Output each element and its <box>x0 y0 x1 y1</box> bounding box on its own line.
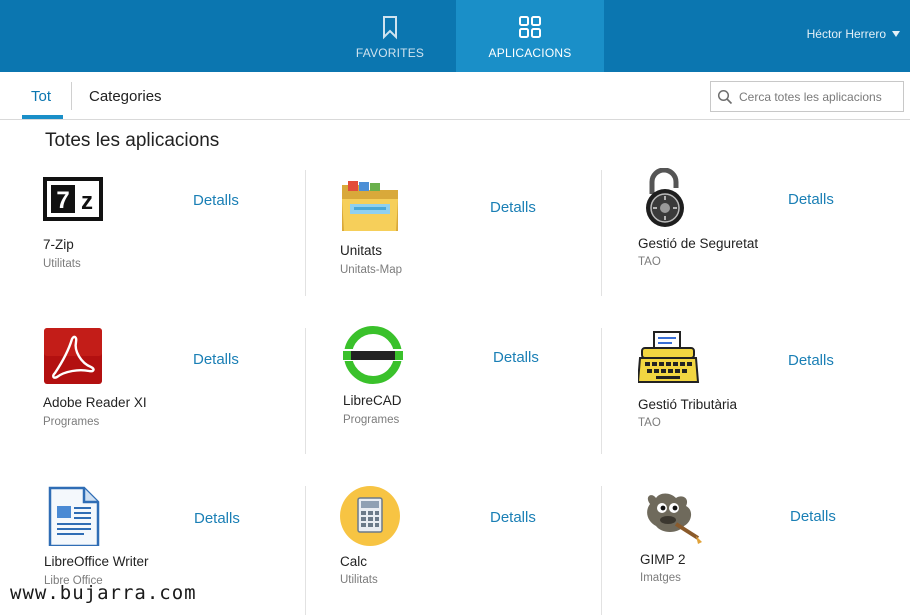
watermark: www.bujarra.com <box>10 582 197 604</box>
active-tab-indicator <box>22 115 63 119</box>
folder-icon <box>342 181 398 231</box>
column-divider <box>305 328 306 454</box>
user-name: Héctor Herrero <box>806 27 886 41</box>
column-divider <box>305 486 306 615</box>
app-name: GIMP 2 <box>640 552 686 567</box>
tab-aplicacions-label: APLICACIONS <box>488 46 572 60</box>
calculator-icon <box>340 486 400 546</box>
details-link[interactable]: Detalls <box>788 191 834 208</box>
subtab-divider <box>71 82 72 110</box>
top-nav-bar: FAVORITES APLICACIONS Héctor Herrero <box>0 0 910 72</box>
tab-favorites-label: FAVORITES <box>355 46 425 60</box>
app-card: 7 z 7-Zip Utilitats Detalls <box>43 175 293 305</box>
details-link[interactable]: Detalls <box>193 192 239 209</box>
search-box <box>710 81 904 112</box>
gimp-icon <box>647 493 702 544</box>
app-category: Programes <box>43 416 100 428</box>
librecad-icon <box>343 326 403 384</box>
app-name: Unitats <box>340 243 383 258</box>
app-card: Calc Utilitats Detalls <box>340 486 590 615</box>
details-link[interactable]: Detalls <box>194 510 240 527</box>
svg-text:7: 7 <box>56 187 69 214</box>
sub-nav-bar: Tot Categories <box>0 72 910 120</box>
adobe-reader-icon <box>44 328 102 384</box>
svg-text:z: z <box>81 188 93 215</box>
writer-icon <box>48 486 100 546</box>
grid-icon <box>519 16 541 38</box>
tab-favorites[interactable]: FAVORITES <box>316 0 464 72</box>
details-link[interactable]: Detalls <box>493 349 539 366</box>
app-name: Gestió de Seguretat <box>638 236 759 251</box>
app-card: GIMP 2 Imatges Detalls <box>640 486 890 615</box>
search-icon[interactable] <box>711 82 739 111</box>
subtab-categories[interactable]: Categories <box>89 88 162 105</box>
app-category: Unitats-Map <box>340 264 402 276</box>
app-card: Unitats Unitats-Map Detalls <box>340 177 590 307</box>
column-divider <box>601 486 602 615</box>
app-category: Imatges <box>640 572 681 584</box>
app-name: Calc <box>340 554 368 569</box>
page-title: Totes les aplicacions <box>45 130 220 151</box>
app-name: 7-Zip <box>43 237 74 252</box>
app-category: Utilitats <box>340 574 378 586</box>
details-link[interactable]: Detalls <box>788 352 834 369</box>
app-name: Gestió Tributària <box>638 397 738 412</box>
typewriter-icon <box>638 331 700 383</box>
padlock-icon <box>646 168 684 227</box>
details-link[interactable]: Detalls <box>490 199 536 216</box>
chevron-down-icon <box>892 31 900 37</box>
7zip-icon: 7 z <box>43 177 103 221</box>
bookmark-icon <box>383 16 397 40</box>
app-card: Gestió Tributària TAO Detalls <box>638 330 888 460</box>
user-menu[interactable]: Héctor Herrero <box>807 27 900 41</box>
app-name: LibreCAD <box>343 393 402 408</box>
subtab-tot[interactable]: Tot <box>31 88 51 105</box>
details-link[interactable]: Detalls <box>193 351 239 368</box>
column-divider <box>305 170 306 296</box>
details-link[interactable]: Detalls <box>490 509 536 526</box>
column-divider <box>601 170 602 296</box>
search-input[interactable] <box>739 89 899 104</box>
app-card: Adobe Reader XI Programes Detalls <box>43 327 293 457</box>
app-category: Programes <box>343 414 400 426</box>
tab-aplicacions[interactable]: APLICACIONS <box>456 0 604 72</box>
details-link[interactable]: Detalls <box>790 508 836 525</box>
app-name: LibreOffice Writer <box>44 554 149 569</box>
app-card: Gestió de Seguretat TAO Detalls <box>638 168 888 298</box>
app-category: TAO <box>638 256 661 268</box>
app-card: LibreCAD Programes Detalls <box>343 325 593 455</box>
app-name: Adobe Reader XI <box>43 395 147 410</box>
column-divider <box>601 328 602 454</box>
app-category: TAO <box>638 417 661 429</box>
app-category: Utilitats <box>43 258 81 270</box>
